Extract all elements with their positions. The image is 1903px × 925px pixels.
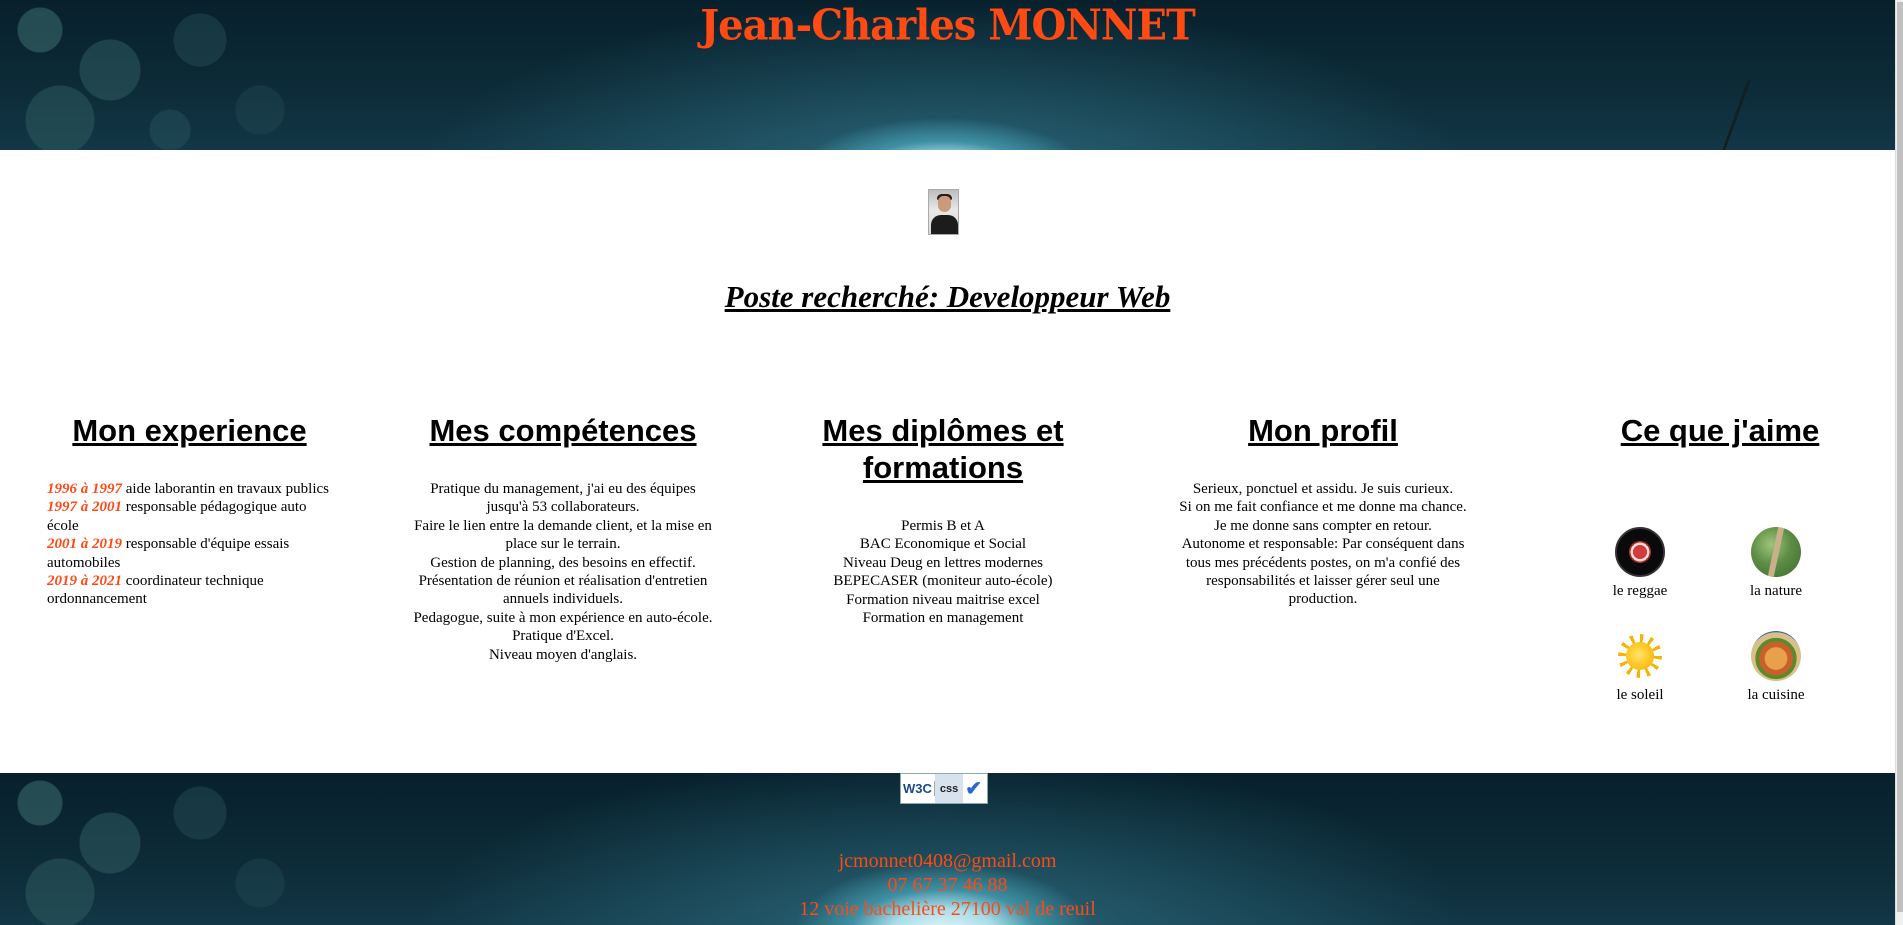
experience-text: aide laborantin en travaux publics [122, 481, 330, 497]
profil-line: Serieux, ponctuel et assidu. Je suis cur… [1192, 481, 1454, 497]
profil-heading: Mon profil [1248, 413, 1398, 448]
experience-list: 1996 à 1997 aide laborantin en travaux p… [47, 480, 332, 609]
diplomes-section: Mes diplômes et formations Permis B et A… [798, 412, 1088, 627]
competence-line: Pedagogue, suite à mon expérience en aut… [413, 609, 713, 626]
profil-list: Serieux, ponctuel et assidu. Je suis cur… [1170, 480, 1476, 609]
competence-line: Pratique d'Excel. [512, 628, 614, 645]
profil-line: Autonome et responsable: Par conséquent … [1181, 536, 1465, 553]
diplomes-heading: Mes diplômes et formations [822, 413, 1064, 485]
diplome-line: Permis B et A [901, 518, 985, 534]
profil-section: Mon profil Serieux, ponctuel et assidu. … [1170, 412, 1476, 609]
css-label: css [934, 774, 964, 803]
like-item-soleil: le soleil [1590, 631, 1690, 704]
experience-item: 2019 à 2021 coordinateur technique ordon… [47, 572, 332, 609]
like-item-cuisine: la cuisine [1726, 631, 1826, 704]
site-title: Jean-Charles MONNET [700, 0, 1195, 51]
competences-heading: Mes compétences [429, 413, 697, 448]
competence-line: Faire le lien entre la demande client, e… [414, 517, 712, 553]
w3c-logo: W3C [901, 781, 935, 796]
like-label: la cuisine [1747, 687, 1805, 703]
experience-section: Mon experience 1996 à 1997 aide laborant… [47, 412, 332, 609]
profil-line: tous mes précédents postes, on m'a confi… [1185, 554, 1461, 608]
like-label: le reggae [1612, 583, 1668, 599]
competences-list: Pratique du management, j'ai eu des équi… [408, 480, 718, 664]
avatar-head [938, 196, 951, 212]
header-banner: Jean-Charles MONNET [0, 0, 1895, 150]
diplome-line: BEPECASER (moniteur auto-école) [833, 573, 1053, 590]
diplome-line: Formation niveau maitrise excel [846, 591, 1040, 608]
scrollbar-thumb[interactable] [1897, 2, 1903, 912]
contact-address: 12 voie bachelière 27100 val de reuil [799, 898, 1096, 920]
diplome-line: BAC Economique et Social [859, 536, 1027, 553]
sun-icon [1615, 631, 1665, 681]
profil-line: Si on me fait confiance et me donne ma c… [1179, 499, 1467, 516]
experience-years: 1996 à 1997 [47, 481, 122, 497]
competence-line: Niveau moyen d'anglais. [488, 646, 638, 663]
experience-item: 2001 à 2019 responsable d'équipe essais … [47, 535, 332, 572]
diplome-line: Formation en management [862, 610, 1024, 627]
experience-item: 1997 à 2001 responsable pédagogique auto… [47, 498, 332, 535]
competence-line: Gestion de planning, des besoins en effe… [430, 554, 696, 571]
banner-branch [1722, 80, 1868, 150]
diplome-line: Niveau Deug en lettres modernes [843, 554, 1043, 571]
likes-grid: le reggae la nature le soleil la cuisine [1590, 449, 1850, 703]
avatar-body [931, 215, 958, 234]
experience-item: 1996 à 1997 aide laborantin en travaux p… [47, 480, 332, 498]
cuisine-icon [1751, 631, 1801, 681]
experience-years: 2019 à 2021 [47, 573, 122, 590]
w3c-css-validator-badge[interactable]: W3C css ✔ [900, 773, 988, 804]
contact-email: jcmonnet0408@gmail.com [838, 850, 1057, 872]
likes-heading: Ce que j'aime [1620, 413, 1820, 448]
experience-years: 2001 à 2019 [47, 536, 122, 553]
contact-info: jcmonnet0408@gmail.com 07 67 37 46 88 12… [0, 849, 1895, 921]
like-label: la nature [1749, 583, 1803, 599]
job-title: Poste recherché: Developpeur Web [724, 279, 1171, 314]
profile-photo [928, 189, 959, 235]
checkmark-icon: ✔ [965, 778, 983, 800]
competence-line: Présentation de réunion et réalisation d… [418, 573, 708, 608]
like-label: le soleil [1616, 687, 1664, 703]
reggae-icon [1615, 527, 1665, 577]
like-item-nature: la nature [1726, 527, 1826, 600]
competences-section: Mes compétences Pratique du management, … [408, 412, 718, 664]
nature-icon [1751, 527, 1801, 577]
profil-line: Je me donne sans compter en retour. [1214, 517, 1432, 534]
competence-line: Pratique du management, j'ai eu des équi… [430, 481, 696, 516]
like-item-reggae: le reggae [1590, 527, 1690, 600]
diplomes-list: Permis B et A BAC Economique et Social N… [798, 517, 1088, 627]
likes-section: Ce que j'aime le reggae la nature le sol… [1590, 412, 1850, 703]
experience-heading: Mon experience [72, 413, 307, 448]
vertical-scrollbar[interactable] [1895, 0, 1903, 925]
contact-phone: 07 67 37 46 88 [887, 874, 1008, 896]
experience-years: 1997 à 2001 [47, 499, 122, 516]
